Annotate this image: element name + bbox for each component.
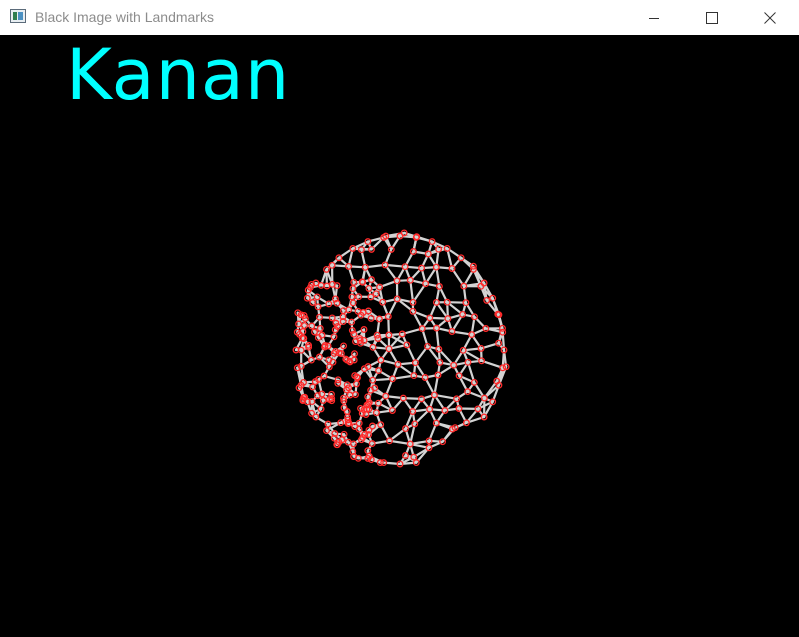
window-title: Black Image with Landmarks	[35, 9, 214, 25]
app-window: Black Image with Landmarks Kanan	[0, 0, 799, 637]
close-button[interactable]	[741, 0, 799, 35]
minimize-icon	[649, 17, 659, 19]
minimize-button[interactable]	[625, 0, 683, 35]
image-canvas: Kanan	[0, 35, 799, 637]
face-landmark-mesh	[292, 229, 510, 468]
close-icon	[764, 11, 776, 24]
maximize-icon	[706, 11, 718, 24]
title-bar[interactable]: Black Image with Landmarks	[0, 0, 799, 35]
maximize-button[interactable]	[683, 0, 741, 35]
opencv-window-icon	[10, 9, 26, 23]
